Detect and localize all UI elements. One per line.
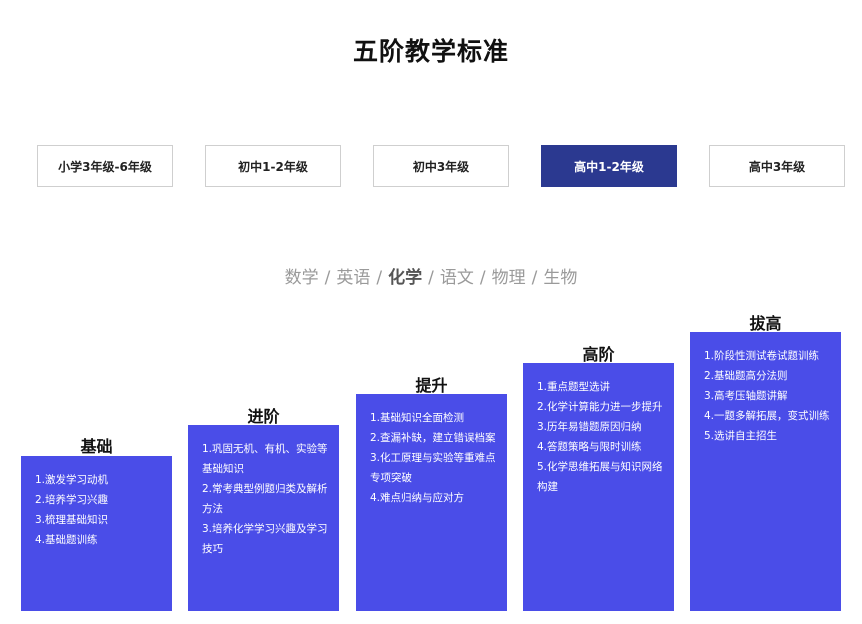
stage-item: 3.梳理基础知识: [35, 514, 109, 526]
stage-label: 基础: [80, 437, 113, 456]
stage-item: 1.激发学习动机: [35, 474, 109, 486]
stage-item: 2.查漏补缺，建立错误档案: [370, 432, 496, 444]
stage-item: 3.历年易错题原因归纳: [537, 421, 642, 433]
stage-advanced: 高阶 1.重点题型选讲 2.化学计算能力进一步提升 3.历年易错题原因归纳 4.…: [523, 341, 674, 611]
stage-item: 4.难点归纳与应对方: [370, 492, 465, 504]
stage-label: 高阶: [582, 345, 615, 364]
stage-excellence: 拔高 1.阶段性测试卷试题训练 2.基础题高分法则 3.高考压轴题讲解 4.一题…: [690, 310, 841, 611]
stage-label: 进阶: [247, 407, 280, 426]
stage-item: 3.化工原理与实验等重难点专项突破: [370, 452, 496, 484]
stage-item: 5.化学思维拓展与知识网络构建: [537, 461, 663, 493]
subject-math[interactable]: 数学: [285, 268, 319, 288]
stage-item: 3.培养化学学习兴趣及学习技巧: [202, 523, 328, 555]
stage-item: 1.重点题型选讲: [537, 381, 611, 393]
tab-label: 高中3年级: [748, 159, 806, 174]
stage-item: 2.培养学习兴趣: [35, 494, 109, 506]
stage-item-list: 1.激发学习动机 2.培养学习兴趣 3.梳理基础知识 4.基础题训练: [35, 470, 162, 550]
tab-label: 高中1-2年级: [574, 159, 644, 174]
subject-separator: /: [531, 268, 538, 288]
subject-chinese[interactable]: 语文: [440, 268, 474, 288]
stage-item: 2.基础题高分法则: [704, 370, 788, 382]
stage-item: 4.一题多解拓展，变式训练: [704, 410, 830, 422]
tab-grade-junior-3[interactable]: 初中3年级: [373, 145, 509, 187]
stage-improve: 提升 1.基础知识全面检测 2.查漏补缺，建立错误档案 3.化工原理与实验等重难…: [356, 372, 507, 611]
stage-box: 1.阶段性测试卷试题训练 2.基础题高分法则 3.高考压轴题讲解 4.一题多解拓…: [690, 332, 841, 611]
tab-grade-junior-1-2[interactable]: 初中1-2年级: [205, 145, 341, 187]
stage-item-list: 1.巩固无机、有机、实验等基础知识 2.常考典型例题归类及解析方法 3.培养化学…: [202, 439, 329, 559]
subject-chemistry[interactable]: 化学: [388, 268, 422, 288]
tab-label: 小学3年级-6年级: [58, 159, 152, 174]
tab-label: 初中3年级: [412, 159, 470, 174]
page: 五阶教学标准 小学3年级-6年级 初中1-2年级 初中3年级 高中1-2年级 高…: [0, 0, 862, 624]
stage-item-list: 1.基础知识全面检测 2.查漏补缺，建立错误档案 3.化工原理与实验等重难点专项…: [370, 408, 497, 508]
stage-item-list: 1.重点题型选讲 2.化学计算能力进一步提升 3.历年易错题原因归纳 4.答题策…: [537, 377, 664, 497]
stage-item: 1.巩固无机、有机、实验等基础知识: [202, 443, 328, 475]
subject-separator: /: [479, 268, 486, 288]
subject-separator: /: [376, 268, 383, 288]
stage-item: 2.常考典型例题归类及解析方法: [202, 483, 328, 515]
stage-label: 拔高: [749, 314, 782, 333]
tab-grade-primary-3-6[interactable]: 小学3年级-6年级: [37, 145, 173, 187]
stage-item: 4.答题策略与限时训练: [537, 441, 642, 453]
stage-label: 提升: [415, 376, 448, 395]
subject-separator: /: [428, 268, 434, 288]
subject-english[interactable]: 英语: [336, 268, 370, 288]
stage-box: 1.激发学习动机 2.培养学习兴趣 3.梳理基础知识 4.基础题训练: [21, 456, 172, 611]
stage-item: 1.阶段性测试卷试题训练: [704, 350, 820, 362]
subject-biology[interactable]: 生物: [543, 268, 577, 288]
stage-item: 1.基础知识全面检测: [370, 412, 465, 424]
stage-box: 1.巩固无机、有机、实验等基础知识 2.常考典型例题归类及解析方法 3.培养化学…: [188, 425, 339, 611]
page-title: 五阶教学标准: [352, 37, 509, 66]
tab-label: 初中1-2年级: [238, 159, 308, 174]
subject-separator: /: [324, 268, 331, 288]
stage-item-list: 1.阶段性测试卷试题训练 2.基础题高分法则 3.高考压轴题讲解 4.一题多解拓…: [704, 346, 831, 446]
subject-selector: 数学 / 英语 / 化学 / 语文 / 物理 / 生物: [0, 263, 862, 288]
tab-grade-senior-1-2[interactable]: 高中1-2年级: [541, 145, 677, 187]
subject-physics[interactable]: 物理: [492, 268, 526, 288]
stage-item: 5.选讲自主招生: [704, 430, 778, 442]
stage-basic: 基础 1.激发学习动机 2.培养学习兴趣 3.梳理基础知识 4.基础题训练: [21, 433, 172, 611]
stage-item: 2.化学计算能力进一步提升: [537, 401, 663, 413]
stage-item: 3.高考压轴题讲解: [704, 390, 788, 402]
stage-intermediate: 进阶 1.巩固无机、有机、实验等基础知识 2.常考典型例题归类及解析方法 3.培…: [188, 403, 339, 611]
stage-box: 1.重点题型选讲 2.化学计算能力进一步提升 3.历年易错题原因归纳 4.答题策…: [523, 363, 674, 611]
stage-box: 1.基础知识全面检测 2.查漏补缺，建立错误档案 3.化工原理与实验等重难点专项…: [356, 394, 507, 611]
stage-item: 4.基础题训练: [35, 534, 98, 546]
tab-grade-senior-3[interactable]: 高中3年级: [709, 145, 845, 187]
